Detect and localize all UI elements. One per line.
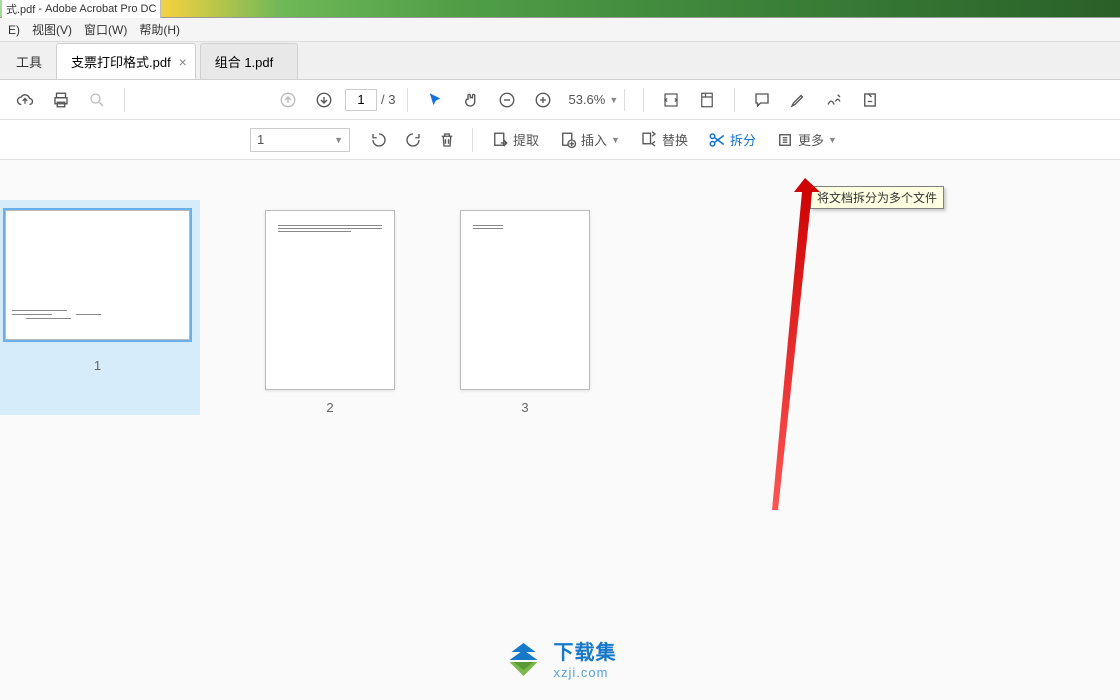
title-filename: 式.pdf	[6, 1, 35, 17]
pointer-icon[interactable]	[420, 85, 450, 115]
separator	[734, 88, 735, 112]
separator	[472, 128, 473, 152]
rotate-left-icon[interactable]	[364, 125, 394, 155]
chevron-down-icon: ▼	[334, 135, 343, 145]
title-app: Adobe Acrobat Pro DC	[45, 3, 156, 15]
thumbnail-3[interactable]: 3	[460, 210, 590, 415]
replace-label: 替换	[662, 130, 688, 149]
highlight-icon[interactable]	[783, 85, 813, 115]
extract-icon	[491, 131, 509, 149]
menu-view[interactable]: 视图(V)	[26, 21, 78, 38]
replace-button[interactable]: 替换	[632, 125, 696, 155]
zoom-value: 53.6%	[568, 92, 605, 107]
scissors-icon	[708, 131, 726, 149]
fit-page-icon[interactable]	[692, 85, 722, 115]
main-toolbar: / 3 53.6% ▼	[0, 80, 1120, 120]
zoom-out-icon[interactable]	[492, 85, 522, 115]
delete-icon[interactable]	[432, 125, 462, 155]
chevron-down-icon: ▼	[609, 95, 618, 105]
page-down-icon[interactable]	[309, 85, 339, 115]
thumbnail-2-page	[265, 210, 395, 390]
more-label: 更多	[798, 130, 824, 149]
thumbnail-3-number: 3	[521, 400, 528, 415]
separator	[124, 88, 125, 112]
thumbnail-1[interactable]: 1	[0, 200, 200, 415]
separator	[624, 89, 625, 111]
comment-icon[interactable]	[747, 85, 777, 115]
menu-edit[interactable]: E)	[2, 23, 26, 37]
search-icon[interactable]	[82, 85, 112, 115]
page-selector[interactable]: 1 ▼	[250, 128, 350, 152]
tab-doc2-label: 组合 1.pdf	[215, 52, 274, 71]
page-number-input[interactable]	[345, 89, 377, 111]
watermark-en: xzji.com	[554, 665, 617, 680]
page-selector-value: 1	[257, 132, 264, 147]
split-button[interactable]: 拆分	[700, 125, 764, 155]
watermark: 下载集 xzji.com	[504, 636, 617, 680]
separator	[643, 88, 644, 112]
menu-help[interactable]: 帮助(H)	[133, 21, 186, 38]
separator	[407, 88, 408, 112]
tab-doc1-label: 支票打印格式.pdf	[71, 52, 171, 71]
split-label: 拆分	[730, 130, 756, 149]
insert-button[interactable]: 插入 ▼	[551, 125, 628, 155]
insert-label: 插入	[581, 130, 607, 149]
thumbnail-1-page	[5, 210, 190, 340]
title-text: 式.pdf - Adobe Acrobat Pro DC	[2, 0, 161, 18]
rotate-right-icon[interactable]	[398, 125, 428, 155]
replace-icon	[640, 131, 658, 149]
zoom-level[interactable]: 53.6% ▼	[564, 89, 631, 111]
page-up-icon[interactable]	[273, 85, 303, 115]
fit-width-icon[interactable]	[656, 85, 686, 115]
tabs-row: 工具 支票打印格式.pdf × 组合 1.pdf	[0, 42, 1120, 80]
stamp-icon[interactable]	[855, 85, 885, 115]
cloud-upload-icon[interactable]	[10, 85, 40, 115]
content-area: 1 2 3 将文档拆分为多个文件 下载集 xzji.com	[0, 160, 1120, 700]
organize-toolbar: 1 ▼ 提取 插入 ▼ 替换 拆分 更多 ▼	[0, 120, 1120, 160]
insert-icon	[559, 131, 577, 149]
tab-doc1[interactable]: 支票打印格式.pdf ×	[56, 43, 196, 79]
chevron-down-icon: ▼	[611, 135, 620, 145]
thumbnail-1-number: 1	[94, 350, 101, 381]
menubar: E) 视图(V) 窗口(W) 帮助(H)	[0, 18, 1120, 42]
zoom-in-icon[interactable]	[528, 85, 558, 115]
split-tooltip: 将文档拆分为多个文件	[810, 186, 944, 209]
sign-icon[interactable]	[819, 85, 849, 115]
print-icon[interactable]	[46, 85, 76, 115]
chevron-down-icon: ▼	[828, 135, 837, 145]
watermark-logo-icon	[504, 638, 544, 678]
tab-doc2[interactable]: 组合 1.pdf	[200, 43, 299, 79]
thumbnails-row: 1 2 3	[0, 210, 1120, 415]
extract-button[interactable]: 提取	[483, 125, 547, 155]
hand-icon[interactable]	[456, 85, 486, 115]
thumbnail-2[interactable]: 2	[265, 210, 395, 415]
thumbnail-3-page	[460, 210, 590, 390]
more-button[interactable]: 更多 ▼	[768, 125, 845, 155]
close-icon[interactable]: ×	[177, 56, 189, 68]
tab-tools[interactable]: 工具	[2, 44, 56, 79]
page-total: / 3	[381, 92, 395, 107]
page-input-group: / 3	[345, 89, 395, 111]
extract-label: 提取	[513, 130, 539, 149]
menu-window[interactable]: 窗口(W)	[78, 21, 133, 38]
thumbnail-2-number: 2	[326, 400, 333, 415]
watermark-cn: 下载集	[554, 636, 617, 665]
more-icon	[776, 131, 794, 149]
titlebar: 式.pdf - Adobe Acrobat Pro DC	[0, 0, 1120, 18]
